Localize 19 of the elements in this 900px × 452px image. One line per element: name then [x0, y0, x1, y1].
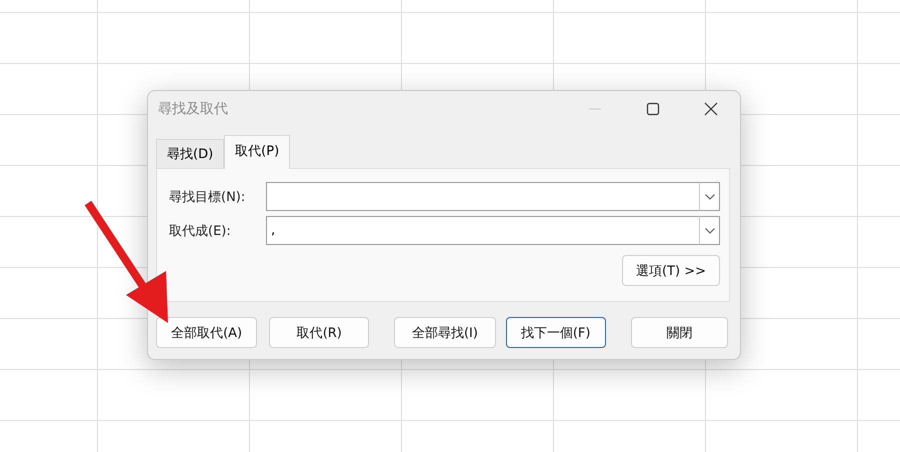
tab[interactable]: 取代(P) [224, 135, 290, 169]
input-field[interactable]: , [266, 216, 699, 245]
dialog-button[interactable]: 取代(R) [269, 317, 370, 348]
maximize-icon[interactable] [646, 102, 660, 116]
chevron-down-icon [704, 228, 714, 234]
dialog-button[interactable]: 全部取代(A) [156, 317, 258, 348]
field-label: 取代成(E): [169, 222, 232, 240]
dropdown-button[interactable] [699, 182, 720, 211]
field-label: 尋找目標(N): [169, 188, 246, 206]
tab[interactable]: 尋找(D) [156, 139, 224, 168]
dialog-button[interactable]: 找下一個(F) [506, 317, 606, 348]
dialog-button[interactable]: 關閉 [630, 317, 728, 348]
close-icon[interactable] [704, 102, 718, 116]
window-title: 尋找及取代 [158, 100, 228, 118]
chevron-down-icon [704, 194, 714, 200]
options-button[interactable]: 選項(T) >> [622, 255, 720, 286]
dialog-button[interactable]: 全部尋找(I) [394, 317, 496, 348]
dropdown-button[interactable] [699, 216, 720, 245]
input-field[interactable] [266, 182, 699, 211]
